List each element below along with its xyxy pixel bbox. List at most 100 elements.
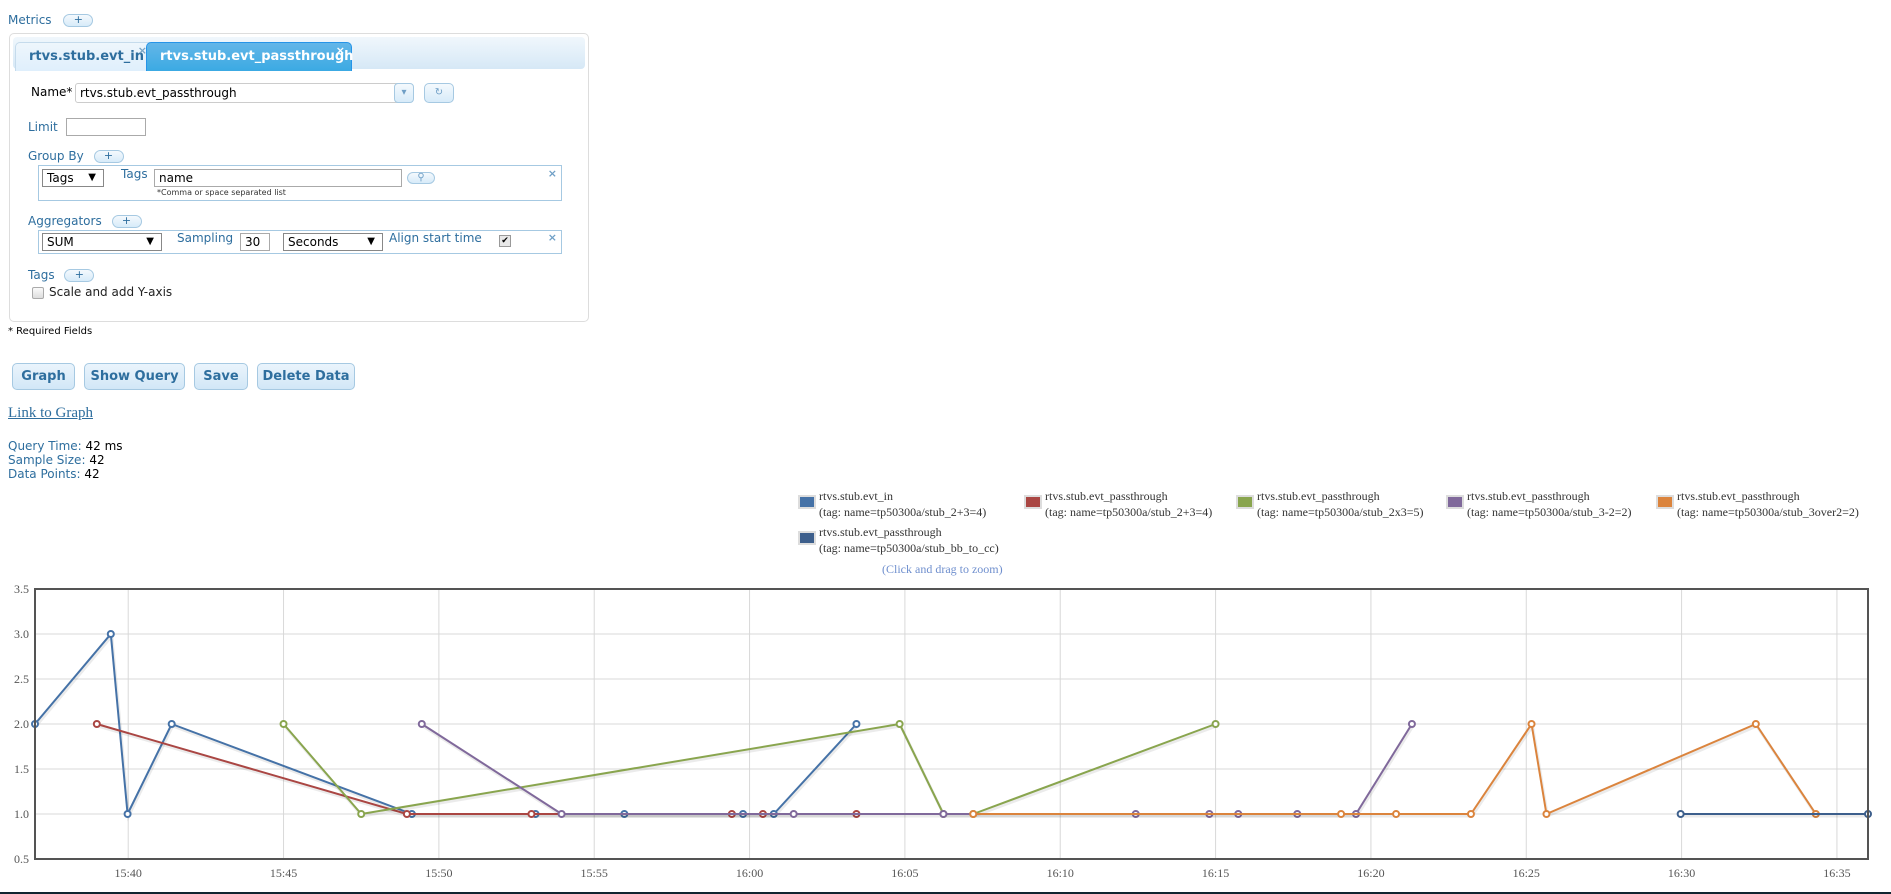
sampling-value-input[interactable]: 30	[240, 233, 270, 251]
line-chart[interactable]: 0.51.01.52.02.53.03.5 15:40 15:45 15:50 15:…	[0, 580, 1891, 890]
refresh-button[interactable]: ↻	[424, 83, 454, 103]
align-start-checkbox[interactable]: ✔	[499, 235, 511, 247]
sampling-unit-select[interactable]: Seconds ▼	[283, 233, 383, 251]
required-fields-note: * Required Fields	[8, 326, 93, 337]
scale-y-axis-checkbox[interactable]	[32, 287, 44, 299]
y-tick-label: 3.0	[14, 627, 29, 641]
legend-swatch	[1446, 495, 1464, 509]
save-button[interactable]: Save	[194, 363, 248, 390]
dropdown-arrow-icon: ▼	[88, 172, 96, 183]
legend-name: rtvs.stub.evt_in	[819, 489, 893, 503]
x-tick-label: 16:05	[891, 866, 918, 880]
sampling-label: Sampling	[177, 231, 234, 245]
legend-swatch	[1236, 495, 1254, 509]
data-point	[789, 810, 798, 818]
data-point	[402, 810, 411, 818]
x-tick-label: 16:10	[1047, 866, 1074, 880]
data-point	[1392, 810, 1401, 818]
show-query-button[interactable]: Show Query	[84, 363, 185, 390]
checkmark-icon: ✔	[501, 236, 509, 246]
sample-size-label: Sample Size:	[8, 453, 86, 467]
align-start-label: Align start time	[389, 231, 482, 245]
data-point	[279, 720, 288, 728]
legend-tag: (tag: name=tp50300a/stub_bb_to_cc)	[819, 541, 999, 555]
metric-name-value: rtvs.stub.evt_passthrough	[80, 86, 237, 100]
y-axis-ticks: 0.5 1.0 1.5 2.0 2.5 3.0 3.5	[14, 582, 29, 866]
data-point	[895, 720, 904, 728]
x-tick-label: 15:50	[425, 866, 452, 880]
series-5	[1676, 810, 1872, 818]
add-group-by-button[interactable]: +	[93, 150, 124, 163]
legend-tag: (tag: name=tp50300a/stub_2x3=5)	[1257, 505, 1424, 519]
scale-y-axis-label: Scale and add Y-axis	[49, 285, 173, 299]
tags-header: Tags +	[28, 268, 95, 282]
dropdown-arrow-icon: ▼	[146, 236, 154, 247]
group-by-type-select[interactable]: Tags ▼	[42, 169, 104, 187]
data-point	[557, 810, 566, 818]
add-metric-button[interactable]: +	[63, 14, 94, 27]
sampling-value: 30	[245, 235, 261, 249]
group-by-header: Group By +	[28, 149, 124, 163]
metrics-header: Metrics +	[8, 13, 94, 27]
dropdown-arrow-icon: ▼	[367, 236, 375, 247]
sample-size-value: 42	[89, 453, 105, 467]
group-by-hint: *Comma or space separated list	[157, 188, 286, 197]
link-to-graph[interactable]: Link to Graph	[8, 405, 93, 422]
group-by-box: Tags ▼ Tags name *Comma or space separate…	[38, 165, 562, 201]
data-point	[417, 720, 426, 728]
series-line-shadow	[974, 722, 1819, 819]
x-tick-label: 16:20	[1357, 866, 1384, 880]
tab-evt-in[interactable]: rtvs.stub.evt_in ×	[15, 42, 154, 71]
sampling-unit-value: Seconds	[288, 235, 339, 249]
aggregator-value: SUM	[47, 235, 74, 249]
legend-swatch	[1656, 495, 1674, 509]
data-point	[1211, 720, 1220, 728]
close-tab-icon[interactable]: ×	[336, 37, 345, 65]
add-tag-button[interactable]: +	[64, 269, 95, 282]
legend-swatch	[798, 495, 816, 509]
aggregator-box: SUM ▼ Sampling 30 Seconds ▼ Align start ti…	[38, 230, 562, 254]
legend-tag: (tag: name=tp50300a/stub_2+3=4)	[1045, 505, 1213, 519]
aggregators-header: Aggregators +	[28, 214, 142, 228]
limit-input[interactable]	[66, 118, 146, 136]
remove-group-by-icon[interactable]: ×	[548, 167, 557, 180]
data-points-value: 42	[84, 467, 100, 481]
data-point	[1527, 720, 1536, 728]
data-point	[1466, 810, 1475, 818]
series-line-shadow	[421, 724, 1415, 818]
group-by-search-button[interactable]: ⚲	[407, 172, 435, 184]
group-by-type-value: Tags	[47, 171, 74, 185]
data-points-label: Data Points:	[8, 467, 81, 481]
aggregator-select[interactable]: SUM ▼	[42, 233, 162, 251]
data-point	[969, 810, 978, 818]
x-tick-label: 16:25	[1513, 866, 1540, 880]
legend-name: rtvs.stub.evt_passthrough	[1045, 489, 1168, 503]
metric-name-input[interactable]: rtvs.stub.evt_passthrough	[75, 83, 403, 103]
caret-down-icon: ▾	[401, 87, 407, 98]
sample-size-stat: Sample Size: 42	[8, 453, 105, 467]
group-by-tags-input[interactable]: name	[154, 169, 402, 187]
remove-aggregator-icon[interactable]: ×	[548, 231, 557, 244]
y-tick-label: 0.5	[14, 852, 29, 866]
tab-evt-passthrough[interactable]: rtvs.stub.evt_passthrough ×	[146, 42, 354, 71]
graph-button[interactable]: Graph	[12, 363, 75, 390]
refresh-icon: ↻	[434, 87, 444, 98]
query-time-label: Query Time:	[8, 439, 82, 453]
group-by-tags-label: Tags	[121, 167, 148, 181]
y-tick-label: 2.5	[14, 672, 29, 686]
tab-label: rtvs.stub.evt_in	[29, 49, 144, 64]
zoom-hint: (Click and drag to zoom)	[882, 562, 1003, 576]
metric-panel: rtvs.stub.evt_in × rtvs.stub.evt_passthr…	[9, 33, 589, 322]
add-aggregator-button[interactable]: +	[111, 215, 142, 228]
name-dropdown-button[interactable]: ▾	[394, 83, 414, 103]
data-point	[939, 810, 948, 818]
legend-name: rtvs.stub.evt_passthrough	[819, 525, 942, 539]
chart-grid	[35, 588, 1868, 860]
data-point	[357, 810, 366, 818]
data-point	[852, 720, 861, 728]
data-point	[123, 810, 132, 818]
delete-data-button[interactable]: Delete Data	[257, 363, 355, 390]
y-tick-label: 2.0	[14, 717, 29, 731]
legend-swatch	[1024, 495, 1042, 509]
tab-label: rtvs.stub.evt_passthrough	[160, 49, 354, 64]
